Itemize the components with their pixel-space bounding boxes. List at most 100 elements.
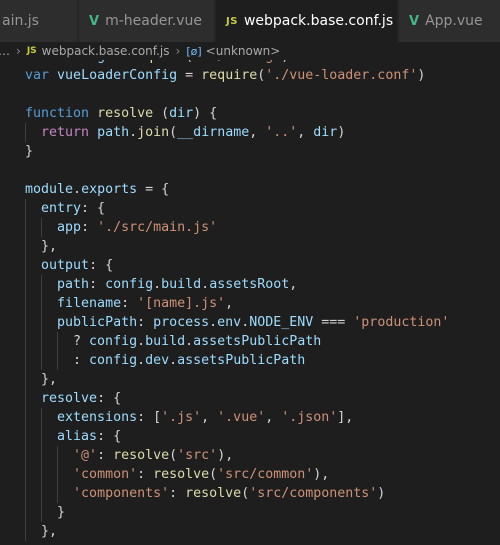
code-token: function <box>25 106 90 121</box>
indent-guide <box>57 484 58 503</box>
code-line[interactable]: app: './src/main.js' <box>25 218 449 237</box>
indent-guide <box>25 465 26 484</box>
code-token: assetsPublicPath <box>193 334 322 349</box>
code-line[interactable]: } <box>25 503 449 522</box>
code-token: process <box>153 315 210 330</box>
code-token: extensions <box>57 410 138 425</box>
code-token: = <box>177 68 202 83</box>
tab-main-js-label: ain.js <box>2 13 39 29</box>
code-line[interactable]: 'components': resolve('src/components') <box>25 484 449 503</box>
code-token: exports <box>81 182 138 197</box>
tab-m-header-vue[interactable]: V m-header.vue <box>79 0 215 42</box>
code-token: path <box>57 277 90 292</box>
code-token: require <box>129 60 185 64</box>
code-line[interactable]: }, <box>25 370 449 389</box>
code-token: = <box>105 60 129 64</box>
chevron-right-icon: › <box>175 44 181 58</box>
code-token: dir <box>169 106 194 121</box>
indent-guide <box>25 389 26 408</box>
code-token: 'src/components' <box>249 486 378 501</box>
indent-guide <box>41 503 42 522</box>
code-token: '.js' <box>161 410 202 425</box>
breadcrumb-file[interactable]: webpack.base.conf.js <box>42 44 170 58</box>
code-line[interactable]: extensions: ['.js', '.vue', '.json'], <box>25 408 449 427</box>
code-token: './src/main.js' <box>97 220 218 235</box>
indent-guide <box>41 408 42 427</box>
code-line[interactable]: entry: { <box>25 199 449 218</box>
code-line[interactable]: var vueLoaderConfig = require('./vue-loa… <box>25 66 449 85</box>
tab-webpack-base-conf-js[interactable]: JS webpack.base.conf.js ✕ <box>216 0 415 42</box>
code-token: : <box>169 486 186 501</box>
indent-guide <box>41 332 42 351</box>
code-token: }, <box>25 372 58 387</box>
code-line[interactable] <box>25 85 449 104</box>
code-token: , <box>201 410 218 425</box>
code-token: dev <box>145 353 170 368</box>
code-line[interactable]: return path.join(__dirname, '..', dir) <box>25 123 449 142</box>
code-line[interactable]: : config.dev.assetsPublicPath <box>25 351 449 370</box>
code-token: resolve <box>41 391 98 406</box>
indent-guide <box>57 332 58 351</box>
code-token: . <box>185 334 194 349</box>
editor-tab-bar: ain.js V m-header.vue JS webpack.base.co… <box>0 0 500 42</box>
tab-app-vue[interactable]: V App.vue <box>399 0 500 42</box>
code-token: } <box>25 505 66 520</box>
tab-main-js[interactable]: ain.js <box>0 0 78 42</box>
code-token: config <box>105 277 154 292</box>
code-line[interactable]: filename: '[name].js', <box>25 294 449 313</box>
code-token: ) <box>377 486 386 501</box>
indent-guide <box>25 408 26 427</box>
code-token: app <box>57 220 82 235</box>
indent-guide <box>25 199 26 218</box>
code-token: ( <box>209 467 218 482</box>
code-token: : { <box>89 258 114 273</box>
code-token: ) { <box>193 106 218 121</box>
breadcrumb: … › JS webpack.base.conf.js › [ø] <unkno… <box>0 42 500 60</box>
code-line[interactable]: module.exports = { <box>25 180 449 199</box>
code-line[interactable]: '@': resolve('src'), <box>25 446 449 465</box>
code-line[interactable]: publicPath: process.env.NODE_ENV === 'pr… <box>25 313 449 332</box>
code-line[interactable]: }, <box>25 522 449 541</box>
code-editor[interactable]: var config = require('../config')var vue… <box>0 60 500 545</box>
code-token: dir <box>313 125 338 140</box>
code-line[interactable]: path: config.build.assetsRoot, <box>25 275 449 294</box>
code-line[interactable]: resolve: { <box>25 389 449 408</box>
code-line[interactable]: } <box>25 142 449 161</box>
vue-file-icon: V <box>89 13 100 29</box>
code-line[interactable]: alias: { <box>25 427 449 446</box>
code-token: '[name].js' <box>137 296 226 311</box>
indent-guide <box>25 446 26 465</box>
code-token: : { <box>81 201 106 216</box>
indent-guide <box>57 446 58 465</box>
code-line[interactable]: output: { <box>25 256 449 275</box>
code-token: . <box>209 315 218 330</box>
tab-app-vue-label: App.vue <box>425 13 483 29</box>
code-token: resolve <box>97 106 154 121</box>
code-token: '.vue' <box>217 410 266 425</box>
indent-guide <box>25 294 26 313</box>
code-token: '.json' <box>281 410 338 425</box>
code-token: }, <box>25 524 58 539</box>
code-token: ( <box>169 448 178 463</box>
code-token: config <box>89 353 138 368</box>
code-line[interactable]: function resolve (dir) { <box>25 104 449 123</box>
indent-guide <box>57 465 58 484</box>
code-token: , <box>225 296 234 311</box>
code-line[interactable]: 'common': resolve('src/common'), <box>25 465 449 484</box>
code-line[interactable]: ? config.build.assetsPublicPath <box>25 332 449 351</box>
breadcrumb-ellipsis[interactable]: … <box>0 44 10 58</box>
code-token: ) <box>281 60 289 64</box>
code-token: : <box>89 277 106 292</box>
code-area[interactable]: var config = require('../config')var vue… <box>25 60 449 541</box>
breadcrumb-symbol[interactable]: <unknown> <box>206 44 281 58</box>
code-token: 'common' <box>73 467 138 482</box>
code-token: , <box>249 125 266 140</box>
code-line[interactable]: }, <box>25 237 449 256</box>
code-token: === <box>313 315 354 330</box>
code-line[interactable] <box>25 161 449 180</box>
code-token: path <box>97 125 130 140</box>
